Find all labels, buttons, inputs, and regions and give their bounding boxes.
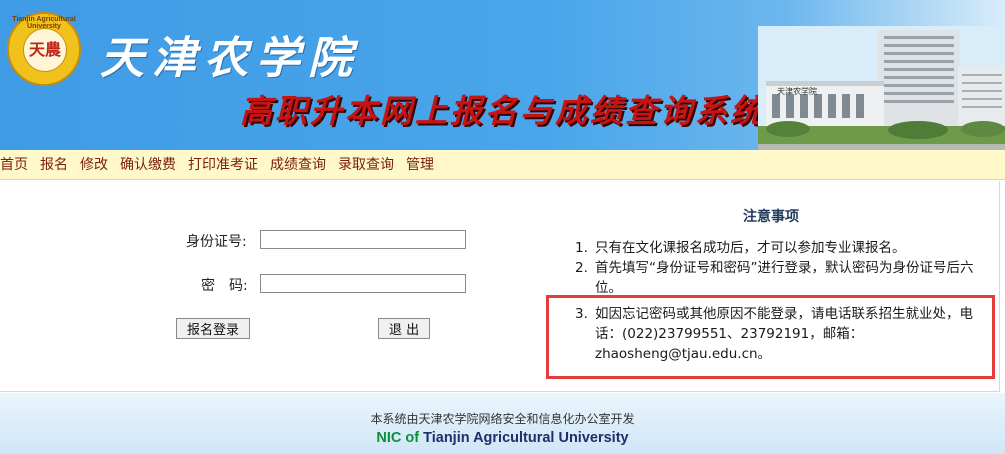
notice-item-text: 首先填写“身份证号和密码”进行登录，默认密码为身份证号后六位。: [595, 260, 974, 296]
id-number-label: 身份证号:: [186, 234, 247, 250]
notice-item: 2. 首先填写“身份证号和密码”进行登录，默认密码为身份证号后六位。: [575, 258, 995, 298]
footer-nic-line: NIC of Tianjin Agricultural University: [0, 430, 1005, 446]
nav-confirm-payment[interactable]: 确认缴费: [120, 150, 176, 180]
notice-item-text: 只有在文化课报名成功后，才可以参加专业课报名。: [595, 240, 906, 256]
exit-button[interactable]: 退 出: [378, 318, 431, 339]
header-banner: Tianjin Agricultural University 天農 天津农学院…: [0, 0, 1005, 150]
id-number-input[interactable]: [260, 230, 466, 249]
school-name-calligraphy: 天津农学院: [100, 33, 360, 84]
nav-admission-query[interactable]: 录取查询: [338, 150, 394, 180]
nav-print-admission-ticket[interactable]: 打印准考证: [188, 150, 258, 180]
campus-sign-text: 天津农学院: [777, 87, 817, 96]
footer-nic-of: NIC of: [376, 430, 420, 446]
footer-university-name: Tianjin Agricultural University: [423, 430, 629, 446]
notice-item: 1. 只有在文化课报名成功后，才可以参加专业课报名。: [575, 238, 995, 258]
system-title: 高职升本网上报名与成绩查询系统: [240, 92, 766, 130]
nav-admin[interactable]: 管理: [406, 150, 434, 180]
password-label: 密 码:: [201, 278, 248, 294]
notice-item-number: 1.: [575, 240, 588, 256]
nav-home[interactable]: 首页: [0, 150, 28, 180]
login-button[interactable]: 报名登录: [176, 318, 251, 339]
notice-item-number: 2.: [575, 260, 588, 276]
footer-developer-text: 本系统由天津农学院网络安全和信息化办公室开发: [370, 412, 635, 426]
main-content: 身份证号: 密 码: 报名登录 退 出 注意事项 1. 只有在文化课报名成功后，…: [0, 181, 1000, 392]
notice-title: 注意事项: [743, 209, 799, 225]
university-seal-logo: Tianjin Agricultural University 天農: [7, 12, 81, 86]
nav-score-query[interactable]: 成绩查询: [270, 150, 326, 180]
password-input[interactable]: [260, 274, 466, 293]
nav-register[interactable]: 报名: [40, 150, 68, 180]
seal-center-text: 天農: [23, 28, 67, 72]
nav-modify[interactable]: 修改: [80, 150, 108, 180]
highlight-box: [546, 295, 995, 379]
footer: 本系统由天津农学院网络安全和信息化办公室开发 NIC of Tianjin Ag…: [0, 393, 1005, 454]
main-nav: 首页 报名 修改 确认缴费 打印准考证 成绩查询 录取查询 管理: [0, 150, 1005, 180]
